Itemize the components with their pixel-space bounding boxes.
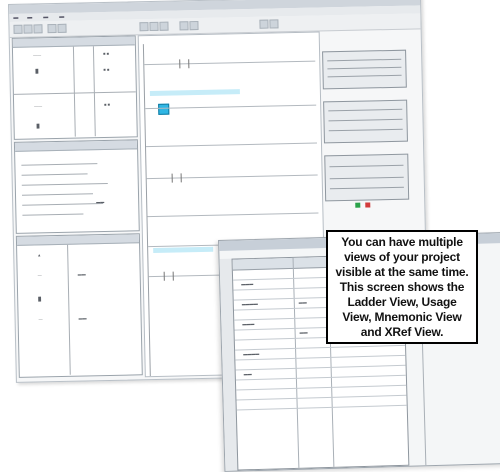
- pane-header: [14, 140, 138, 152]
- xref-view-pane[interactable]: ▲ — ▬▬ █ — ▬▬: [15, 233, 143, 378]
- instruction-box[interactable]: [323, 99, 408, 144]
- mnemonic-view-pane[interactable]: ▬▬: [13, 139, 140, 234]
- grid-column-divider: [292, 257, 300, 468]
- toolbar-button[interactable]: [47, 23, 57, 34]
- contact-symbol[interactable]: [179, 59, 190, 69]
- usage-view-pane[interactable]: —— █ ■ ■ ■ ■ —— ■ ■ █: [11, 35, 138, 140]
- toolbar-button[interactable]: [33, 24, 43, 34]
- selected-contact[interactable]: [158, 103, 170, 115]
- toolbar-button[interactable]: [259, 19, 269, 29]
- toolbar-button[interactable]: [189, 21, 199, 31]
- contact-symbol[interactable]: [171, 173, 182, 183]
- ladder-rung[interactable]: [145, 104, 317, 110]
- ladder-rung[interactable]: [144, 60, 316, 66]
- instruction-box[interactable]: [324, 153, 410, 202]
- toolbar-button[interactable]: [179, 21, 189, 31]
- toolbar-button[interactable]: [149, 21, 159, 32]
- callout-text: You can have multiple views of your proj…: [335, 234, 469, 339]
- toolbar-button[interactable]: [57, 23, 67, 33]
- left-pane-column: —— █ ■ ■ ■ ■ —— ■ ■ █ ▬▬ ▲ — ▬▬ █ — ▬▬: [11, 35, 143, 379]
- ladder-rung[interactable]: [147, 212, 319, 218]
- ladder-rung[interactable]: [146, 142, 317, 148]
- instruction-box[interactable]: [322, 49, 407, 90]
- pane-header: [16, 234, 140, 246]
- contact-symbol[interactable]: [163, 271, 174, 281]
- rung-highlight: [153, 246, 214, 254]
- rung-highlight: [149, 89, 240, 97]
- toolbar-button[interactable]: [269, 19, 279, 29]
- toolbar-button[interactable]: [13, 24, 23, 34]
- callout-box: You can have multiple views of your proj…: [326, 230, 478, 344]
- status-indicator: [365, 202, 371, 208]
- toolbar-button[interactable]: [23, 24, 33, 34]
- toolbar-button[interactable]: [139, 22, 149, 32]
- status-indicator: [355, 202, 361, 208]
- toolbar-button[interactable]: [159, 21, 169, 31]
